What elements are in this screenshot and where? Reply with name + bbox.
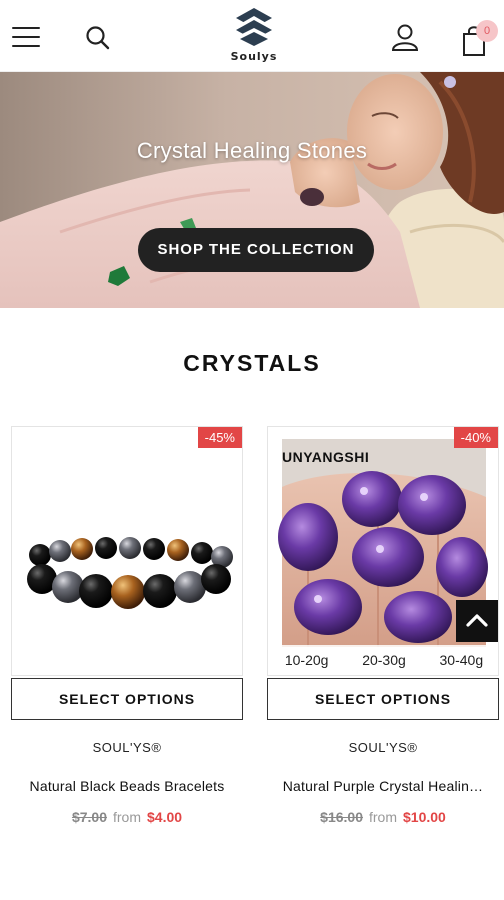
sale-price: $10.00 [403,809,446,825]
variant-option[interactable]: 10-20g [285,652,329,668]
select-options-button[interactable]: SELECT OPTIONS [267,678,499,720]
product-vendor[interactable]: SOUL'YS® [267,740,499,755]
price-from-label: from [113,809,141,825]
hero-title: Crystal Healing Stones [136,138,368,163]
bracelet-image [27,537,233,609]
product-name[interactable]: Natural Purple Crystal Healin… [267,778,499,794]
back-to-top-button[interactable] [456,600,498,642]
product-name[interactable]: Natural Black Beads Bracelets [11,778,243,794]
menu-icon[interactable] [10,24,44,50]
cart-button[interactable]: 0 [458,20,498,56]
user-icon[interactable] [390,22,420,52]
variant-option[interactable]: 30-40g [440,652,484,668]
chevron-up-icon [466,614,488,627]
original-price: $7.00 [71,809,107,825]
search-icon[interactable] [84,24,112,52]
hero-image [0,72,504,308]
product-vendor[interactable]: SOUL'YS® [11,740,243,755]
cart-count-badge: 0 [476,20,498,42]
variant-option[interactable]: 20-30g [362,652,406,668]
variant-options: 10-20g 20-30g 30-40g [268,645,498,675]
product-price: $7.00 from $4.00 [11,809,243,825]
site-logo[interactable]: Soulys [214,6,294,68]
product-image[interactable]: -45% [11,426,243,676]
brand-name: Soulys [230,50,278,63]
image-watermark: UNYANGSHI [282,449,370,465]
sale-price: $4.00 [147,809,183,825]
shop-collection-button[interactable]: SHOP THE COLLECTION [138,228,374,272]
select-options-button[interactable]: SELECT OPTIONS [11,678,243,720]
original-price: $16.00 [320,809,363,825]
section-title: CRYSTALS [183,350,321,376]
site-header: Soulys 0 [0,0,504,72]
hero-banner[interactable]: Crystal Healing Stones SHOP THE COLLECTI… [0,72,504,308]
price-from-label: from [369,809,397,825]
discount-badge: -45% [197,427,242,448]
product-price: $16.00 from $10.00 [267,809,499,825]
discount-badge: -40% [453,427,498,448]
logo-icon [236,8,272,46]
